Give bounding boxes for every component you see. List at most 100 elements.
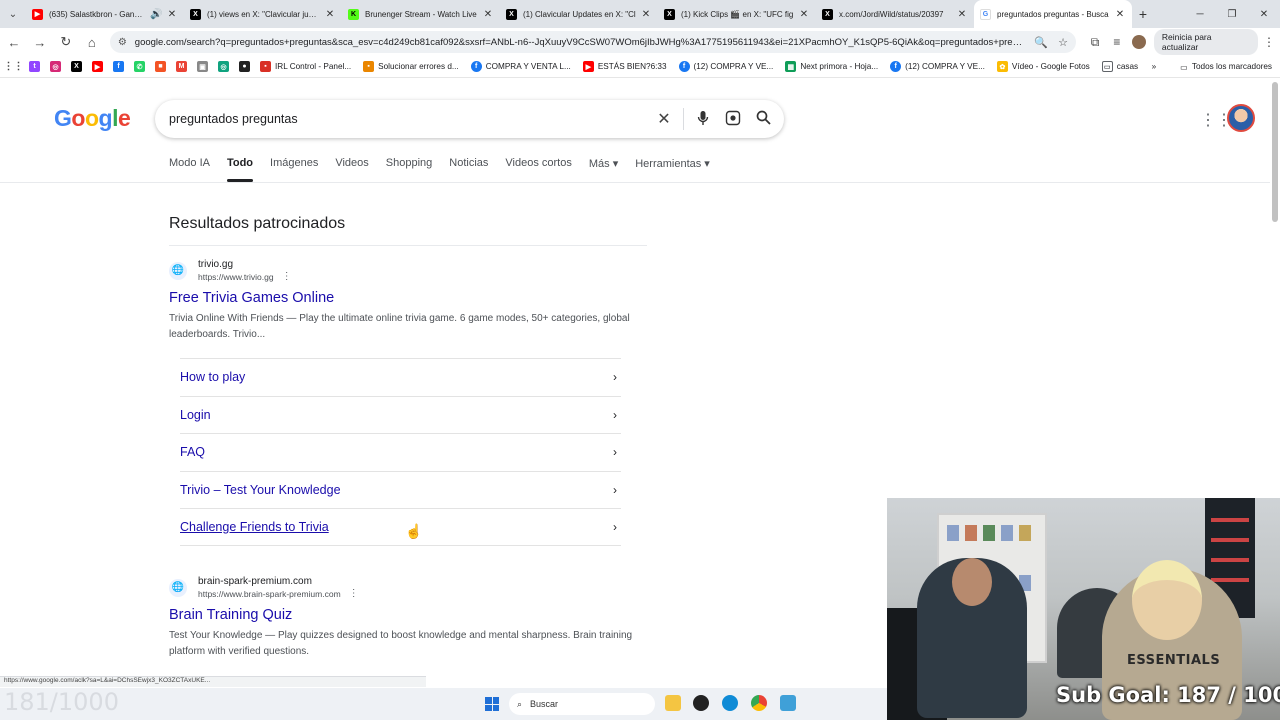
sitelink[interactable]: FAQ › — [180, 433, 621, 471]
tab-noticias[interactable]: Noticias — [449, 157, 488, 177]
taskbar-search[interactable]: ⌕ Buscar — [509, 693, 655, 715]
tab-search-button[interactable]: ⌄ — [0, 0, 26, 28]
sitelink[interactable]: Login › — [180, 395, 621, 434]
sitelink[interactable]: How to play › — [180, 358, 621, 396]
close-tab-icon[interactable]: ✕ — [324, 9, 336, 20]
bookmark-item[interactable]: ▶ ESTÁS BIEN?6:33 — [582, 61, 667, 72]
zoom-icon[interactable]: 🔍 — [1034, 36, 1048, 49]
forward-icon[interactable]: → — [28, 30, 52, 54]
sitelink[interactable]: Challenge Friends to Trivia › — [180, 508, 621, 546]
notepad-icon[interactable] — [780, 695, 796, 711]
tab-imagenes[interactable]: Imágenes — [270, 157, 318, 177]
media-icon[interactable]: ≡ — [1106, 35, 1128, 49]
sitelink-label[interactable]: Login — [180, 408, 211, 422]
youtube-icon[interactable]: ▶ — [92, 61, 103, 72]
search-input[interactable]: preguntados preguntas — [169, 112, 649, 126]
bookmark-item[interactable]: ✿ Vídeo - Google Fotos — [996, 61, 1090, 72]
back-icon[interactable]: ← — [2, 30, 26, 54]
bookmark-item[interactable]: ▪ Solucionar errores d... — [363, 61, 459, 72]
chrome-icon[interactable] — [751, 695, 767, 711]
restore-icon[interactable]: ❐ — [1216, 0, 1248, 28]
browser-tab[interactable]: K Brunenger Stream - Watch Live ✕ — [342, 0, 500, 28]
browser-tab[interactable]: X (1) Kick Clips 🎬 en X: "UFC fig ✕ — [658, 0, 816, 28]
bookmark-item[interactable]: ▦ Next primora - Hoja... — [785, 61, 878, 72]
update-button[interactable]: Reinicia para actualizar — [1153, 29, 1259, 55]
bookmark-item[interactable]: f (12) COMPRA Y VE... — [678, 61, 773, 72]
url-text[interactable]: google.com/search?q=preguntados+pregunta… — [135, 37, 1025, 48]
github-icon[interactable]: ● — [239, 61, 250, 72]
edge-icon[interactable] — [722, 695, 738, 711]
close-tab-icon[interactable]: ✕ — [956, 9, 968, 20]
windows-start-icon[interactable] — [485, 697, 499, 711]
more-options-icon[interactable]: ⋮ — [282, 271, 292, 282]
whatsapp-icon[interactable]: ✆ — [134, 61, 145, 72]
more-options-icon[interactable]: ⋮ — [349, 588, 359, 599]
file-explorer-icon[interactable] — [665, 695, 681, 711]
sitelink-label[interactable]: FAQ — [180, 445, 205, 459]
scrollbar[interactable] — [1272, 82, 1278, 222]
bookmark-star-icon[interactable]: ☆ — [1058, 36, 1068, 49]
ad-headline[interactable]: Free Trivia Games Online — [169, 290, 649, 306]
browser-tab[interactable]: X (1) views en X: "Clavicular just F ✕ — [184, 0, 342, 28]
sitelink-label[interactable]: Challenge Friends to Trivia — [180, 520, 329, 534]
tab-videos[interactable]: Videos — [335, 157, 368, 177]
tab-shopping[interactable]: Shopping — [386, 157, 433, 177]
close-tab-icon[interactable]: ✕ — [1114, 9, 1126, 20]
sitelink[interactable]: Trivio – Test Your Knowledge › — [180, 470, 621, 509]
home-icon[interactable]: ⌂ — [80, 30, 104, 54]
facebook-icon[interactable]: f — [113, 61, 124, 72]
tab-modo-ia[interactable]: Modo IA — [169, 157, 210, 177]
close-window-icon[interactable]: ✕ — [1248, 0, 1280, 28]
ad-site-name[interactable]: trivio.gg — [198, 259, 292, 270]
browser-tab-active[interactable]: G preguntados preguntas - Busca ✕ — [974, 0, 1132, 28]
microsoft-icon[interactable]: ■ — [155, 61, 166, 72]
browser-tab[interactable]: X (1) Clavicular Updates en X: "Cl ✕ — [500, 0, 658, 28]
browser-tab[interactable]: ▶ (635) Salastkbron - Ganas D 🔊 ✕ — [26, 0, 184, 28]
photo-icon[interactable]: ▣ — [197, 61, 208, 72]
ad-headline[interactable]: Brain Training Quiz — [169, 607, 649, 623]
mute-icon[interactable]: 🔊 — [150, 9, 162, 20]
address-bar[interactable]: ⚙ google.com/search?q=preguntados+pregun… — [109, 31, 1076, 53]
ad-site-url[interactable]: https://www.brain-spark-premium.com — [198, 589, 341, 599]
ad-site-url[interactable]: https://www.trivio.gg — [198, 272, 274, 282]
new-tab-button[interactable]: + — [1132, 6, 1154, 22]
search-box[interactable]: preguntados preguntas ✕ — [155, 100, 784, 138]
obs-icon[interactable] — [693, 695, 709, 711]
bookmark-item[interactable]: ▭ casas — [1101, 61, 1138, 72]
bookmark-item[interactable]: f (12) COMPRA Y VE... — [890, 61, 985, 72]
reload-icon[interactable]: ↻ — [54, 30, 78, 54]
extensions-icon[interactable]: ⧉ — [1084, 35, 1106, 50]
x-icon[interactable]: X — [71, 61, 82, 72]
site-info-icon[interactable]: ⚙ — [118, 37, 127, 48]
sitelink-label[interactable]: Trivio – Test Your Knowledge — [180, 483, 341, 497]
twitch-icon[interactable]: t — [29, 61, 40, 72]
tab-mas[interactable]: Más ▾ — [589, 157, 618, 177]
google-logo[interactable]: Google — [54, 105, 131, 132]
microphone-icon[interactable] — [688, 110, 718, 129]
close-tab-icon[interactable]: ✕ — [798, 9, 810, 20]
profile-icon[interactable] — [1131, 35, 1146, 49]
gmail-icon[interactable]: M — [176, 61, 187, 72]
chatgpt-icon[interactable]: ◎ — [218, 61, 229, 72]
tab-todo[interactable]: Todo — [226, 157, 254, 182]
search-icon[interactable] — [748, 110, 778, 128]
clear-icon[interactable]: ✕ — [649, 109, 679, 129]
account-avatar[interactable] — [1227, 104, 1255, 132]
ad-site-name[interactable]: brain-spark-premium.com — [198, 576, 359, 587]
more-bookmarks-icon[interactable]: » — [1152, 62, 1157, 71]
camera-icon[interactable] — [718, 110, 748, 129]
menu-icon[interactable]: ⋮ — [1258, 35, 1280, 49]
browser-tab[interactable]: X x.com/JordiWild/status/20397 ✕ — [816, 0, 974, 28]
all-bookmarks-link[interactable]: Todos los marcadores — [1192, 62, 1272, 71]
sitelink-label[interactable]: How to play — [180, 370, 245, 384]
bookmark-item[interactable]: f COMPRA Y VENTA L... — [470, 61, 571, 72]
apps-icon[interactable]: ⋮⋮ — [4, 61, 24, 72]
close-tab-icon[interactable]: ✕ — [640, 9, 652, 20]
tab-videos-cortos[interactable]: Videos cortos — [505, 157, 571, 177]
instagram-icon[interactable]: ◎ — [50, 61, 61, 72]
tab-herramientas[interactable]: Herramientas ▾ — [635, 157, 710, 177]
close-tab-icon[interactable]: ✕ — [482, 9, 494, 20]
minimize-icon[interactable]: ─ — [1184, 0, 1216, 28]
bookmark-item[interactable]: ▪ IRL Control - Panel... — [260, 61, 351, 72]
close-tab-icon[interactable]: ✕ — [166, 9, 178, 20]
